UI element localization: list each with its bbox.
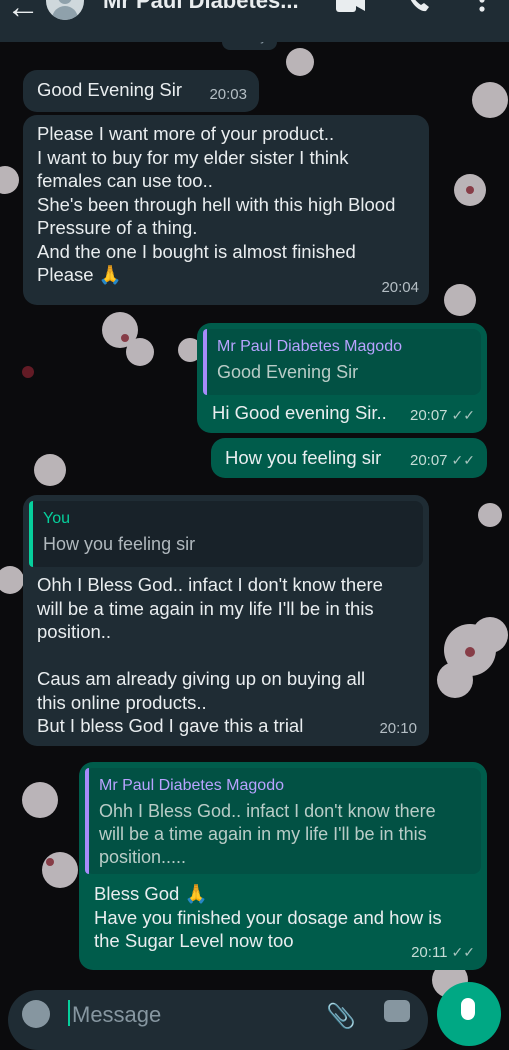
double-check-icon: ✓✓ xyxy=(451,943,475,960)
message-time: 20:07 ✓✓ xyxy=(409,406,475,424)
message-time: 20:03 xyxy=(209,85,247,103)
message-time: 20:11 ✓✓ xyxy=(411,943,475,961)
message-text: Good Evening Sir xyxy=(37,79,183,100)
message-time: 20:10 xyxy=(379,719,417,737)
message-bubble-incoming[interactable]: Please I want more of your product.. I w… xyxy=(23,115,429,305)
chat-header: ← Mr Paul Diabetes... xyxy=(0,0,509,42)
message-bubble-outgoing[interactable]: Mr Paul Diabetes Magodo Good Evening Sir… xyxy=(197,323,487,433)
quote-author: Mr Paul Diabetes Magodo xyxy=(99,777,284,794)
quoted-message[interactable]: Mr Paul Diabetes Magodo Ohh I Bless God.… xyxy=(85,768,481,874)
camera-icon[interactable] xyxy=(384,1000,410,1022)
message-bubble-incoming[interactable]: You How you feeling sir Ohh I Bless God.… xyxy=(23,495,429,746)
quoted-message[interactable]: Mr Paul Diabetes Magodo Good Evening Sir xyxy=(203,329,481,395)
message-text: Please I want more of your product.. I w… xyxy=(37,123,396,285)
double-check-icon: ✓✓ xyxy=(451,406,475,423)
microphone-icon xyxy=(461,998,475,1020)
message-text: How you feeling sir xyxy=(225,447,382,468)
message-composer: Message 📎 xyxy=(8,990,428,1050)
message-bubble-outgoing[interactable]: How you feeling sir 20:07 ✓✓ xyxy=(211,438,487,478)
phone-call-icon[interactable] xyxy=(406,0,432,19)
more-vert-icon[interactable] xyxy=(478,0,486,17)
paperclip-icon[interactable]: 📎 xyxy=(326,1002,356,1031)
quote-text: How you feeling sir xyxy=(43,534,196,554)
microphone-button[interactable] xyxy=(437,982,501,1046)
quoted-message[interactable]: You How you feeling sir xyxy=(29,501,423,567)
quote-text: Good Evening Sir xyxy=(217,362,359,382)
quote-author: You xyxy=(43,510,70,527)
arrow-left-icon[interactable]: ← xyxy=(6,0,40,27)
message-time: 20:04 xyxy=(381,278,419,296)
contact-name[interactable]: Mr Paul Diabetes... xyxy=(103,0,299,14)
double-check-icon: ✓✓ xyxy=(451,451,475,468)
quote-text: Ohh I Bless God.. infact I don't know th… xyxy=(99,801,436,867)
message-text: Ohh I Bless God.. infact I don't know th… xyxy=(37,574,383,736)
avatar[interactable] xyxy=(46,0,84,20)
quote-author: Mr Paul Diabetes Magodo xyxy=(217,338,402,355)
message-time: 20:07 ✓✓ xyxy=(409,451,475,469)
message-input[interactable]: Message xyxy=(72,1002,161,1028)
message-bubble-incoming[interactable]: Good Evening Sir 20:03 xyxy=(23,70,259,112)
text-cursor xyxy=(68,1000,70,1026)
message-bubble-outgoing[interactable]: Mr Paul Diabetes Magodo Ohh I Bless God.… xyxy=(79,762,487,970)
video-call-icon[interactable] xyxy=(336,0,366,19)
